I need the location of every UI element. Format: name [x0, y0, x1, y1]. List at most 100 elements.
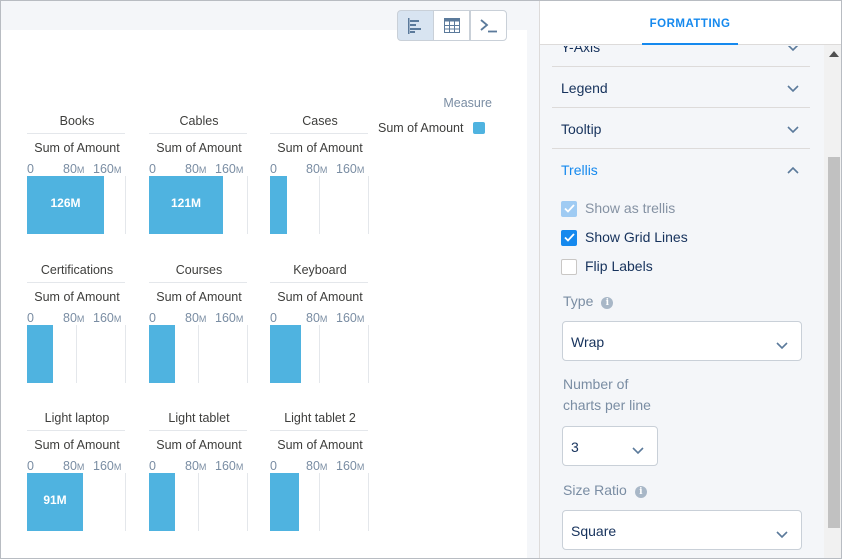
- section-title: Y-Axis: [561, 46, 601, 55]
- tick-number: 160: [336, 162, 357, 176]
- gridline: [368, 325, 369, 383]
- panel-title-divider: [27, 282, 125, 283]
- trellis-panel: Books Sum of Amount 0 80M 160M 126M: [27, 114, 127, 254]
- tick-number: 160: [215, 459, 236, 473]
- tick-number: 0: [27, 162, 34, 176]
- trellis-panel: Light tablet Sum of Amount 0 80M 160M: [149, 411, 249, 551]
- chevron-down-icon: [787, 126, 799, 134]
- panel-title-divider: [149, 430, 247, 431]
- gridline: [319, 473, 320, 531]
- flip-labels-checkbox[interactable]: Flip Labels: [561, 258, 653, 275]
- view-toggle-group: [397, 10, 507, 41]
- checkmark-icon: [563, 233, 575, 242]
- panel-scrollbar[interactable]: [824, 45, 841, 558]
- panel-category-label: Books: [59, 114, 95, 128]
- bar-value-label: 121M: [170, 196, 202, 210]
- scroll-up-arrow-icon[interactable]: [829, 51, 839, 57]
- bar[interactable]: [270, 473, 299, 531]
- tick-number: 160: [93, 311, 114, 325]
- tick-unit: M: [235, 314, 244, 324]
- section-trellis[interactable]: Trellis: [552, 150, 810, 190]
- chevron-down-icon: [787, 46, 799, 52]
- info-icon[interactable]: i: [634, 486, 647, 498]
- panel-title-divider: [27, 133, 125, 134]
- legend-swatch: [473, 122, 486, 134]
- panel-title-divider: [270, 282, 368, 283]
- tick-number: 0: [27, 311, 34, 325]
- tick-number: 0: [27, 459, 34, 473]
- tick-unit: M: [319, 165, 328, 175]
- charts-per-line-select[interactable]: 3: [562, 426, 658, 466]
- formatting-panel: FORMATTING Y-Axis Legend Tooltip Trellis: [539, 1, 841, 558]
- chevron-up-icon: [787, 166, 799, 174]
- plot-area: 91M: [27, 473, 126, 531]
- tick-number: 80: [306, 459, 320, 473]
- axis-tick-label: 0: [270, 459, 277, 474]
- bar[interactable]: [270, 176, 287, 234]
- legend-title: Measure: [443, 96, 492, 110]
- size-ratio-select[interactable]: Square: [562, 510, 802, 550]
- panel-title-divider: [149, 282, 247, 283]
- axis-title: Sum of Amount: [34, 438, 120, 452]
- gridline: [247, 473, 248, 531]
- tick-unit: M: [356, 165, 365, 175]
- checkbox-box: [561, 258, 577, 275]
- checkbox-box: [561, 229, 577, 246]
- tab-formatting[interactable]: FORMATTING: [642, 1, 738, 45]
- legend-entry[interactable]: Sum of Amount: [378, 121, 498, 135]
- axis-title: Sum of Amount: [277, 141, 363, 155]
- tick-number: 160: [336, 311, 357, 325]
- axis-title: Sum of Amount: [156, 290, 242, 304]
- bar[interactable]: [149, 473, 175, 531]
- axis-tick-label: 0: [149, 311, 156, 326]
- table-view-button[interactable]: [433, 10, 470, 41]
- table-grid-icon: [443, 18, 460, 33]
- bar-value-label: 126M: [50, 196, 81, 210]
- section-legend[interactable]: Legend: [552, 68, 810, 108]
- plot-area: 121M: [149, 176, 248, 234]
- checkbox-box: [561, 200, 577, 217]
- tick-number: 0: [149, 311, 156, 325]
- tick-unit: M: [356, 462, 365, 472]
- info-icon[interactable]: i: [601, 297, 614, 309]
- trellis-panel: Light laptop Sum of Amount 0 80M 160M 91M: [27, 411, 127, 551]
- trellis-panel: Cases Sum of Amount 0 80M 160M: [270, 114, 370, 254]
- plot-area: [270, 473, 369, 531]
- trellis-panel: Courses Sum of Amount 0 80M 160M: [149, 263, 249, 403]
- plot-area: [270, 325, 369, 383]
- tick-unit: M: [235, 462, 244, 472]
- scrollbar-thumb[interactable]: [828, 157, 840, 528]
- trellis-panel: Cables Sum of Amount 0 80M 160M 121M: [149, 114, 249, 254]
- size-ratio-label-text: Size Ratio: [563, 482, 627, 498]
- section-tooltip[interactable]: Tooltip: [552, 109, 810, 149]
- axis-tick-label: 0: [27, 162, 34, 177]
- bar[interactable]: [149, 325, 175, 383]
- show-as-trellis-checkbox[interactable]: Show as trellis: [561, 200, 675, 217]
- tick-number: 80: [306, 311, 320, 325]
- bar[interactable]: [27, 325, 53, 383]
- type-select[interactable]: Wrap: [562, 321, 802, 361]
- chart-view-button[interactable]: [397, 10, 434, 41]
- trellis-panel: Certifications Sum of Amount 0 80M 160M: [27, 263, 127, 403]
- chart-pane: Books Sum of Amount 0 80M 160M 126M Cables Sum …: [1, 1, 539, 558]
- panel-body: Y-Axis Legend Tooltip Trellis Show as tr…: [540, 46, 841, 558]
- section-title: Trellis: [561, 162, 598, 178]
- bar[interactable]: [270, 325, 301, 383]
- tick-unit: M: [113, 314, 122, 324]
- show-grid-lines-checkbox[interactable]: Show Grid Lines: [561, 229, 688, 246]
- tick-unit: M: [113, 462, 122, 472]
- tick-unit: M: [319, 462, 328, 472]
- tick-unit: M: [198, 314, 207, 324]
- plot-area: [270, 176, 369, 234]
- panel-category-label: Keyboard: [293, 263, 347, 277]
- panel-title-divider: [149, 133, 247, 134]
- tick-number: 160: [336, 459, 357, 473]
- panel-category-label: Cables: [179, 114, 219, 128]
- query-view-button[interactable]: [470, 10, 507, 41]
- section-title: Legend: [561, 80, 608, 96]
- chevron-down-icon: [632, 447, 644, 455]
- section-y-axis[interactable]: Y-Axis: [552, 46, 810, 67]
- axis-title: Sum of Amount: [277, 438, 363, 452]
- tick-number: 0: [270, 311, 277, 325]
- panel-category-label: Certifications: [40, 263, 114, 277]
